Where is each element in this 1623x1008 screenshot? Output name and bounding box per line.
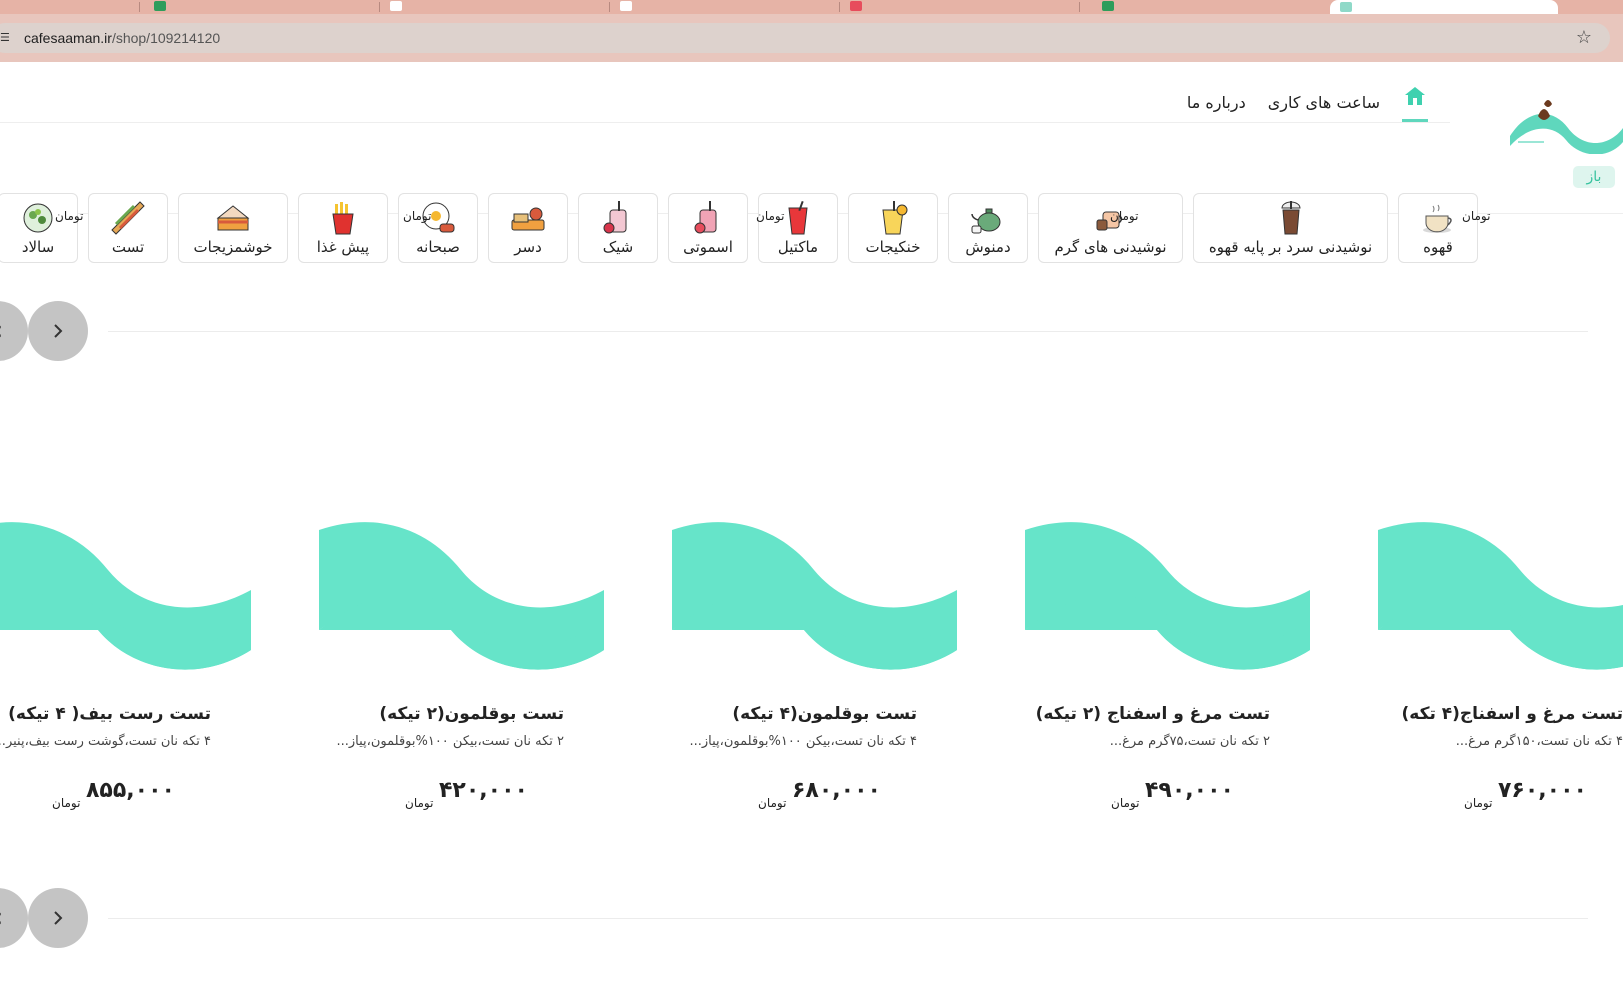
product-card[interactable]: تست مرغ و اسفناج (۲ تیکه) ۲ تکه نان تست،… bbox=[1025, 520, 1310, 810]
browser-tab[interactable] bbox=[0, 0, 140, 14]
site-header: باز ساعت های کاری درباره ما قهوه نوشیدنی… bbox=[0, 62, 1623, 263]
carousel-prev-button[interactable]: ‹ bbox=[0, 888, 28, 948]
site-info-icon[interactable]: ☰ bbox=[0, 31, 14, 45]
section-divider bbox=[108, 331, 1588, 332]
product-title: تست بوقلمون(۲ تیکه) bbox=[379, 704, 564, 724]
price-partial: تومان bbox=[1462, 209, 1491, 223]
product-placeholder-image bbox=[0, 522, 251, 670]
product-price: ۴۲۰,۰۰۰ bbox=[439, 778, 528, 803]
product-title: تست مرغ و اسفناج(۴ تکه) bbox=[1401, 704, 1623, 724]
price-partial: تومان bbox=[403, 209, 432, 223]
category-label: خوشمزیجات bbox=[193, 238, 273, 256]
url-host: cafesaaman.ir bbox=[24, 30, 112, 46]
price-partial: تومان bbox=[55, 209, 84, 223]
cafe-logo[interactable] bbox=[1508, 98, 1623, 154]
nav-link-working-hours[interactable]: ساعت های کاری bbox=[1268, 93, 1380, 112]
browser-tab[interactable] bbox=[380, 0, 610, 14]
category-label: نوشیدنی های گرم bbox=[1054, 238, 1167, 256]
browser-tab[interactable] bbox=[1080, 0, 1330, 14]
product-title: تست مرغ و اسفناج (۲ تیکه) bbox=[1035, 704, 1270, 724]
chevron-right-icon bbox=[54, 911, 63, 925]
bookmark-star-icon[interactable]: ☆ bbox=[1576, 27, 1592, 48]
price-currency: تومان bbox=[52, 796, 81, 810]
browser-tab[interactable] bbox=[140, 0, 380, 14]
product-placeholder-image bbox=[1378, 522, 1623, 670]
price-currency: تومان bbox=[1464, 796, 1493, 810]
price-currency: تومان bbox=[758, 796, 787, 810]
price-currency: تومان bbox=[1111, 796, 1140, 810]
product-price: ۷۶۰,۰۰۰ bbox=[1498, 778, 1587, 803]
product-description: ۴ تکه نان تست،بیکن ۱۰۰%بوقلمون،پیاز... bbox=[689, 734, 917, 749]
price-currency: تومان bbox=[405, 796, 434, 810]
home-icon[interactable] bbox=[1402, 82, 1428, 122]
product-placeholder-image bbox=[672, 522, 957, 670]
category-label: تست bbox=[111, 238, 145, 256]
product-card[interactable]: تست بوقلمون(۲ تیکه) ۲ تکه نان تست،بیکن ۱… bbox=[319, 520, 604, 810]
section-divider bbox=[108, 918, 1588, 919]
open-status-badge: باز bbox=[1573, 166, 1615, 188]
carousel-prev-button[interactable]: ‹ bbox=[0, 301, 28, 361]
category-label: اسموتی bbox=[683, 238, 733, 256]
nav-link-about-us[interactable]: درباره ما bbox=[1187, 93, 1246, 112]
category-label: دمنوش bbox=[965, 238, 1011, 256]
carousel-next-button[interactable] bbox=[28, 888, 88, 948]
category-label: ماکتیل bbox=[777, 238, 819, 256]
url-path: /shop/109214120 bbox=[111, 30, 221, 46]
category-label: شیک bbox=[602, 238, 634, 256]
product-card[interactable]: تست رست بیف( ۴ تیکه) ۴ تکه نان تست،گوشت … bbox=[0, 520, 251, 810]
browser-tab[interactable] bbox=[840, 0, 1080, 14]
product-title: تست رست بیف( ۴ تیکه) bbox=[8, 704, 211, 724]
product-placeholder-image bbox=[319, 522, 604, 670]
category-label: سالاد bbox=[21, 238, 55, 256]
top-nav: ساعت های کاری درباره ما bbox=[1187, 76, 1428, 128]
price-partial: تومان bbox=[756, 209, 785, 223]
product-price: ۸۵۵,۰۰۰ bbox=[86, 778, 175, 803]
product-title: تست بوقلمون(۴ تیکه) bbox=[732, 704, 917, 724]
product-card[interactable]: تست مرغ و اسفناج(۴ تکه) ۴ تکه نان تست،۱۵… bbox=[1378, 520, 1623, 810]
browser-tab-strip bbox=[0, 0, 1623, 14]
address-bar[interactable]: ☰ cafesaaman.ir/shop/109214120 ☆ bbox=[0, 23, 1610, 53]
category-label: قهوه bbox=[1423, 238, 1453, 256]
product-description: ۲ تکه نان تست،۷۵گرم مرغ... bbox=[1109, 734, 1270, 749]
header-divider bbox=[0, 122, 1450, 123]
product-price: ۴۹۰,۰۰۰ bbox=[1145, 778, 1234, 803]
chevron-right-icon bbox=[54, 324, 63, 338]
product-card[interactable]: تست بوقلمون(۴ تیکه) ۴ تکه نان تست،بیکن ۱… bbox=[672, 520, 957, 810]
category-label: صبحانه bbox=[416, 238, 460, 256]
previous-section-prices: تومان تومان تومان تومان تومان bbox=[0, 198, 1623, 228]
product-price: ۶۸۰,۰۰۰ bbox=[792, 778, 881, 803]
category-label: دسر bbox=[514, 238, 542, 256]
product-description: ۴ تکه نان تست،۱۵۰گرم مرغ... bbox=[1455, 734, 1623, 749]
browser-toolbar: ☰ cafesaaman.ir/shop/109214120 ☆ bbox=[0, 14, 1623, 62]
carousel-next-button[interactable] bbox=[28, 301, 88, 361]
category-label: نوشیدنی سرد بر پایه قهوه bbox=[1208, 238, 1373, 256]
category-label: خنکیجات bbox=[865, 238, 921, 256]
category-label: پیش غذا bbox=[316, 238, 370, 256]
product-description: ۲ تکه نان تست،بیکن ۱۰۰%بوقلمون،پیاز... bbox=[336, 734, 564, 749]
price-partial: تومان bbox=[1110, 209, 1139, 223]
product-description: ۴ تکه نان تست،گوشت رست بیف،پنیر... bbox=[0, 734, 211, 749]
url-text[interactable]: cafesaaman.ir/shop/109214120 bbox=[24, 30, 220, 46]
browser-tab-active[interactable] bbox=[1330, 0, 1558, 14]
product-placeholder-image bbox=[1025, 522, 1310, 670]
browser-tab[interactable] bbox=[1562, 0, 1623, 14]
browser-tab[interactable] bbox=[610, 0, 840, 14]
